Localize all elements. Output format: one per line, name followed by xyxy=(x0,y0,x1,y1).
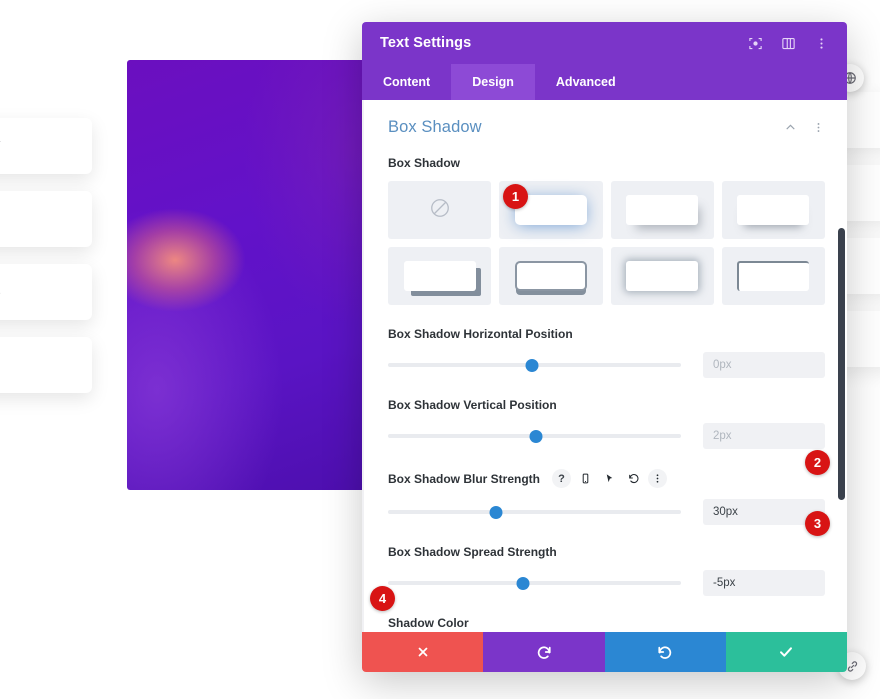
undo-button[interactable] xyxy=(483,632,605,672)
annotation-badge-2: 2 xyxy=(805,450,830,475)
spread-strength-slider[interactable] xyxy=(388,574,681,592)
annotation-badge-1: 1 xyxy=(503,184,528,209)
target-icon[interactable] xyxy=(746,34,765,53)
slider-label: Box Shadow Vertical Position xyxy=(388,398,825,412)
preset-inner-glow[interactable] xyxy=(610,247,714,305)
preset-offset-soft[interactable] xyxy=(610,181,714,239)
label-text: Shadow Color xyxy=(388,616,469,630)
vertical-position-input[interactable]: 2px xyxy=(703,423,825,449)
save-button[interactable] xyxy=(725,632,847,672)
preset-preview xyxy=(403,261,476,291)
modal-header: Text Settings xyxy=(362,22,847,64)
list-item[interactable] xyxy=(0,191,92,247)
label-text: Box Shadow Vertical Position xyxy=(388,398,557,412)
horizontal-position-slider[interactable] xyxy=(388,356,681,374)
horizontal-position-control: Box Shadow Horizontal Position 0px xyxy=(388,327,825,378)
annotation-badge-3: 3 xyxy=(805,511,830,536)
preset-corner-line[interactable] xyxy=(721,247,825,305)
vertical-scrollbar[interactable] xyxy=(838,228,845,500)
value-text: 2px xyxy=(713,430,732,442)
blur-strength-control: Box Shadow Blur Strength ? 30px xyxy=(388,469,825,525)
shadow-color-label: Shadow Color xyxy=(388,616,825,630)
slider-track xyxy=(388,510,681,514)
tab-advanced[interactable]: Advanced xyxy=(535,64,637,100)
list-item[interactable]: IDERS xyxy=(0,264,92,320)
horizontal-position-input[interactable]: 0px xyxy=(703,352,825,378)
card-label: IDERS xyxy=(0,285,1,299)
more-vertical-icon[interactable] xyxy=(648,469,668,488)
preset-none[interactable] xyxy=(388,181,492,239)
preset-hard-offset[interactable] xyxy=(388,247,492,305)
spread-strength-input[interactable]: -5px xyxy=(703,570,825,596)
modal-footer xyxy=(362,632,847,672)
value-text: 30px xyxy=(713,506,738,518)
preset-preview xyxy=(514,261,587,291)
preset-preview xyxy=(626,195,699,225)
value-text: -5px xyxy=(713,577,736,589)
card-label: ALLY xyxy=(0,139,1,153)
tab-design[interactable]: Design xyxy=(451,64,535,100)
box-shadow-field-label: Box Shadow xyxy=(388,156,825,170)
responsive-mobile-icon[interactable] xyxy=(576,469,595,488)
tab-content[interactable]: Content xyxy=(362,64,451,100)
no-shadow-icon xyxy=(429,197,451,224)
modal-body: Box Shadow Box Shadow Box Shadow Horizon… xyxy=(362,100,847,632)
text-settings-modal: Text Settings Content Design Advanced Bo… xyxy=(362,22,847,672)
label-text: Box Shadow xyxy=(388,156,461,170)
slider-thumb[interactable] xyxy=(489,505,503,519)
reset-icon[interactable] xyxy=(624,469,643,488)
hero-image xyxy=(127,60,367,490)
box-shadow-preset-grid xyxy=(388,181,825,305)
cancel-button[interactable] xyxy=(362,632,484,672)
more-vertical-icon[interactable] xyxy=(812,34,831,53)
slider-label: Box Shadow Spread Strength xyxy=(388,545,825,559)
box-shadow-section-header: Box Shadow xyxy=(388,118,825,137)
header-icon-group xyxy=(746,34,831,53)
list-item[interactable]: NG xyxy=(0,337,92,393)
vertical-position-control: Box Shadow Vertical Position 2px xyxy=(388,398,825,449)
spread-strength-control: Box Shadow Spread Strength -5px xyxy=(388,545,825,596)
screen-root: ALLY IDERS NG xyxy=(0,0,880,699)
slider-thumb[interactable] xyxy=(525,358,539,372)
annotation-badge-4: 4 xyxy=(370,586,395,611)
preset-outline-drop[interactable] xyxy=(499,247,603,305)
label-text: Box Shadow Blur Strength xyxy=(388,471,541,486)
slider-thumb[interactable] xyxy=(529,429,543,443)
label-text: Box Shadow Spread Strength xyxy=(388,545,557,559)
help-icon[interactable]: ? xyxy=(552,469,572,488)
redo-button[interactable] xyxy=(604,632,726,672)
preset-bottom-soft[interactable] xyxy=(721,181,825,239)
preset-preview xyxy=(737,261,810,291)
value-text: 0px xyxy=(713,359,732,371)
more-vertical-icon[interactable] xyxy=(812,121,825,134)
left-card-column: ALLY IDERS NG xyxy=(0,118,92,410)
chevron-up-icon[interactable] xyxy=(784,121,797,134)
preset-preview xyxy=(737,195,810,225)
slider-label: Box Shadow Blur Strength ? xyxy=(388,469,825,488)
settings-scroll-area: Box Shadow Box Shadow Box Shadow Horizon… xyxy=(364,100,847,632)
page-title: Text Settings xyxy=(380,35,472,51)
layout-panel-icon[interactable] xyxy=(779,34,798,53)
card-label: NG xyxy=(0,358,1,372)
blur-strength-slider[interactable] xyxy=(388,503,681,521)
slider-label: Box Shadow Horizontal Position xyxy=(388,327,825,341)
slider-track xyxy=(388,581,681,585)
list-item[interactable]: ALLY xyxy=(0,118,92,174)
shadow-color-control: Shadow Color xyxy=(388,616,825,632)
preset-preview xyxy=(626,261,699,291)
hover-cursor-icon[interactable] xyxy=(600,469,619,488)
slider-thumb[interactable] xyxy=(516,576,530,590)
section-title: Box Shadow xyxy=(388,118,482,136)
vertical-position-slider[interactable] xyxy=(388,427,681,445)
modal-tabs: Content Design Advanced xyxy=(362,64,847,100)
slider-icon-group: ? xyxy=(552,469,668,488)
label-text: Box Shadow Horizontal Position xyxy=(388,327,573,341)
